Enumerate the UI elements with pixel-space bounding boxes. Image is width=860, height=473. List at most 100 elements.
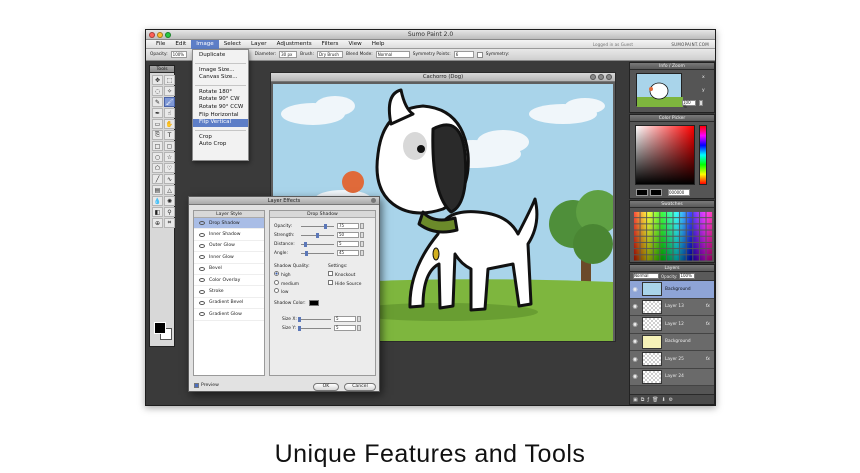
navigator-thumbnail[interactable] [636,73,683,107]
slider-knob[interactable] [323,223,327,229]
shape-ellipse-tool-icon[interactable]: ○ [152,152,163,162]
diameter-field[interactable]: 30 px [279,51,298,58]
quality-medium-radio[interactable] [274,279,279,285]
eye-icon[interactable]: ◉ [631,338,639,345]
eye-icon[interactable] [199,300,205,305]
marquee-tool-icon[interactable]: ⬚ [164,75,175,85]
pencil-tool-icon[interactable]: ✎ [152,97,163,107]
new-layer-icon[interactable]: ▣ [633,397,638,403]
eye-icon[interactable] [199,243,205,248]
burn-tool-icon[interactable]: ✺ [164,196,175,206]
current-color-swatch[interactable] [636,189,648,196]
menu-flip-vertical[interactable]: Flip Vertical [193,119,248,127]
layer-opacity-field[interactable]: 100% [679,273,696,279]
eye-icon[interactable] [199,266,205,271]
layer-row[interactable]: ◉ Background [630,333,714,351]
previous-color-swatch[interactable] [650,189,662,196]
opacity-input[interactable]: 75 [337,223,359,229]
heart-tool-icon[interactable]: ♡ [164,163,175,173]
slider-knob[interactable] [316,232,319,238]
layer-settings-icon[interactable]: ⚙ [669,397,673,403]
eyedropper-tool-icon[interactable]: ⚲ [164,207,175,217]
style-stroke[interactable]: Stroke [194,286,264,298]
eye-icon[interactable] [199,312,205,317]
stepper-icon[interactable] [357,325,361,331]
merge-layer-icon[interactable]: ⬇ [661,397,665,403]
blend-mode-select[interactable]: Normal [375,51,410,58]
eye-icon[interactable]: ◉ [631,373,639,380]
menu-rotate-90-ccw[interactable]: Rotate 90° CCW [193,104,248,112]
menu-flip-horizontal[interactable]: Flip Horizontal [193,112,248,120]
size-x-input[interactable]: 5 [334,316,356,322]
angle-slider[interactable] [301,250,334,256]
menu-canvas-size[interactable]: Canvas Size... [193,74,248,82]
fill-tool-icon[interactable]: ◧ [152,207,163,217]
brush-select[interactable]: Dry Brush [316,51,343,58]
lasso-tool-icon[interactable]: ◌ [152,86,163,96]
document-maximize-icon[interactable] [598,74,604,80]
polygon-tool-icon[interactable]: ⬠ [152,163,163,173]
shape-rect-tool-icon[interactable]: □ [152,141,163,151]
crop-tool-icon[interactable]: ⌗ [164,218,175,228]
opacity-field[interactable]: 100% [170,51,187,58]
preview-checkbox[interactable] [194,383,199,388]
style-bevel[interactable]: Bevel [194,264,264,275]
menu-select[interactable]: Select [219,40,246,49]
foreground-color-swatch[interactable] [154,322,166,334]
hex-field[interactable]: 000000 [668,189,690,196]
eye-icon[interactable] [199,221,205,226]
layer-row[interactable]: ◉ Layer 24 [630,368,714,386]
fx-icon[interactable]: fx [706,322,710,327]
delete-layer-icon[interactable]: 🗑 [652,397,658,403]
layer-row[interactable]: ◉ Layer 12 fx [630,316,714,334]
opacity-slider[interactable] [301,223,334,229]
menu-layer[interactable]: Layer [246,40,272,49]
style-gradient-glow[interactable]: Gradient Glow [194,309,264,321]
smudge-tool-icon[interactable]: ☝ [164,108,175,118]
distance-slider[interactable] [301,241,334,247]
hue-slider[interactable] [699,125,707,185]
line-tool-icon[interactable]: ╱ [152,174,163,184]
clone-tool-icon[interactable]: ⎘ [152,130,163,140]
eye-icon[interactable]: ◉ [631,356,639,363]
menu-view[interactable]: View [343,40,366,49]
eye-icon[interactable] [199,289,205,294]
style-inner-shadow[interactable]: Inner Shadow [194,229,264,241]
login-status[interactable]: Logged in as Guest [593,41,633,48]
quality-high-radio[interactable] [274,271,279,276]
hide-source-checkbox[interactable] [328,279,333,285]
layer-effects-icon[interactable]: ƒ [647,397,649,403]
move-tool-icon[interactable]: ✥ [152,75,163,85]
strength-input[interactable]: 50 [337,232,359,238]
fx-icon[interactable]: fx [706,357,710,362]
stepper-icon[interactable] [357,316,361,322]
knockout-checkbox[interactable] [328,271,333,276]
menu-filters[interactable]: Filters [317,40,344,49]
slider-knob[interactable] [304,241,307,247]
menu-help[interactable]: Help [367,40,390,49]
swatch-grid[interactable] [633,211,713,261]
size-y-input[interactable]: 5 [334,325,356,331]
cancel-button[interactable]: Cancel [344,383,376,391]
symmetry-checkbox[interactable] [476,51,483,58]
menu-edit[interactable]: Edit [170,40,191,49]
distance-input[interactable]: 5 [337,241,359,247]
text-tool-icon[interactable]: T [164,130,175,140]
slider-knob[interactable] [304,250,308,256]
zoom-field[interactable]: 100 % [682,100,696,109]
style-gradient-bevel[interactable]: Gradient Bevel [194,298,264,310]
duplicate-layer-icon[interactable]: ⧉ [641,397,645,403]
symmetry-points-field[interactable]: 6 [453,51,474,58]
style-inner-glow[interactable]: Inner Glow [194,252,264,264]
menu-duplicate[interactable]: Duplicate [193,52,248,60]
stepper-icon[interactable] [360,250,364,256]
stepper-icon[interactable] [360,232,364,238]
layer-row[interactable]: ◉ Layer 13 fx [630,298,714,316]
layer-row[interactable]: ◉ Background [630,281,714,299]
eye-icon[interactable]: ◉ [631,286,639,293]
menu-rotate-180[interactable]: Rotate 180° [193,89,248,97]
brush-tool-icon[interactable]: 🖌 [164,97,175,107]
menu-adjustments[interactable]: Adjustments [272,40,317,49]
slider-knob[interactable] [298,316,301,322]
menu-image-size[interactable]: Image Size... [193,67,248,75]
